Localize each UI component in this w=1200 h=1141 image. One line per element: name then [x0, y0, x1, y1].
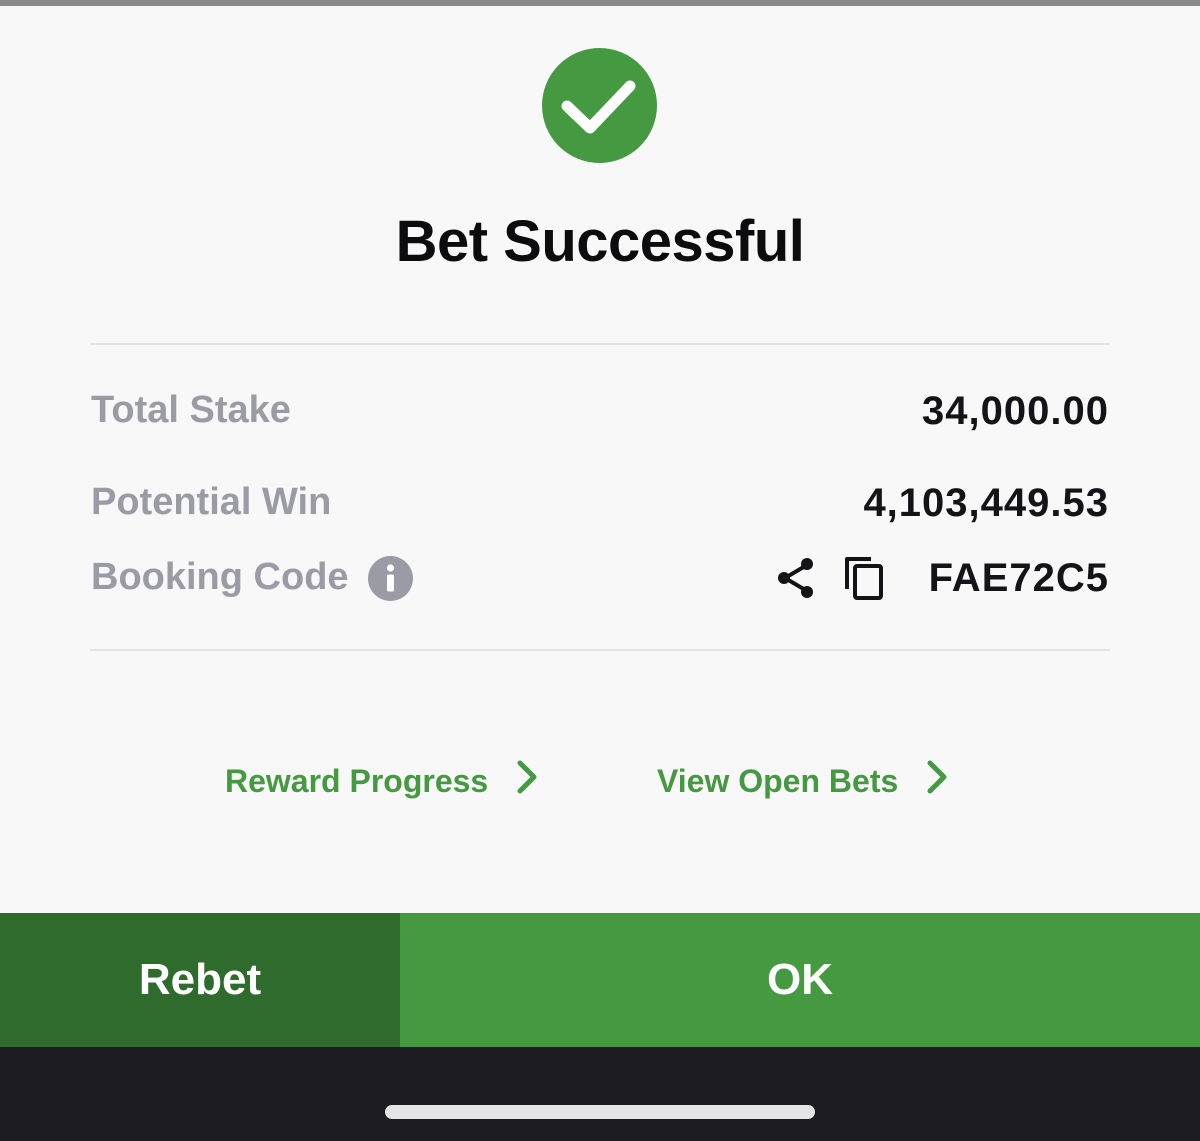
home-indicator[interactable] [385, 1105, 815, 1119]
page-title: Bet Successful [395, 209, 805, 274]
top-edge-bar [0, 0, 1200, 6]
booking-code-label: Booking Code [91, 556, 349, 598]
potential-win-label: Potential Win [91, 481, 332, 523]
home-indicator-area [0, 1047, 1200, 1141]
total-stake-value: 34,000.00 [922, 389, 1109, 433]
action-bar: Rebet OK [0, 913, 1200, 1047]
potential-win-value: 4,103,449.53 [863, 481, 1109, 525]
total-stake-label: Total Stake [91, 389, 291, 431]
copy-icon[interactable] [843, 555, 885, 601]
chevron-right-icon [516, 760, 538, 802]
info-icon[interactable] [368, 556, 413, 601]
check-circle-icon [542, 48, 657, 163]
booking-code-value[interactable]: FAE72C5 [929, 556, 1109, 601]
view-open-bets-link[interactable]: View Open Bets [657, 758, 948, 804]
divider-bottom [90, 649, 1110, 651]
ok-button[interactable]: OK [400, 913, 1200, 1047]
share-icon[interactable] [775, 556, 817, 600]
reward-progress-link[interactable]: Reward Progress [225, 758, 538, 804]
rebet-button[interactable]: Rebet [0, 913, 400, 1047]
chevron-right-icon [926, 760, 948, 802]
reward-progress-label: Reward Progress [225, 762, 489, 799]
view-open-bets-label: View Open Bets [657, 762, 899, 799]
divider-top [90, 343, 1110, 345]
